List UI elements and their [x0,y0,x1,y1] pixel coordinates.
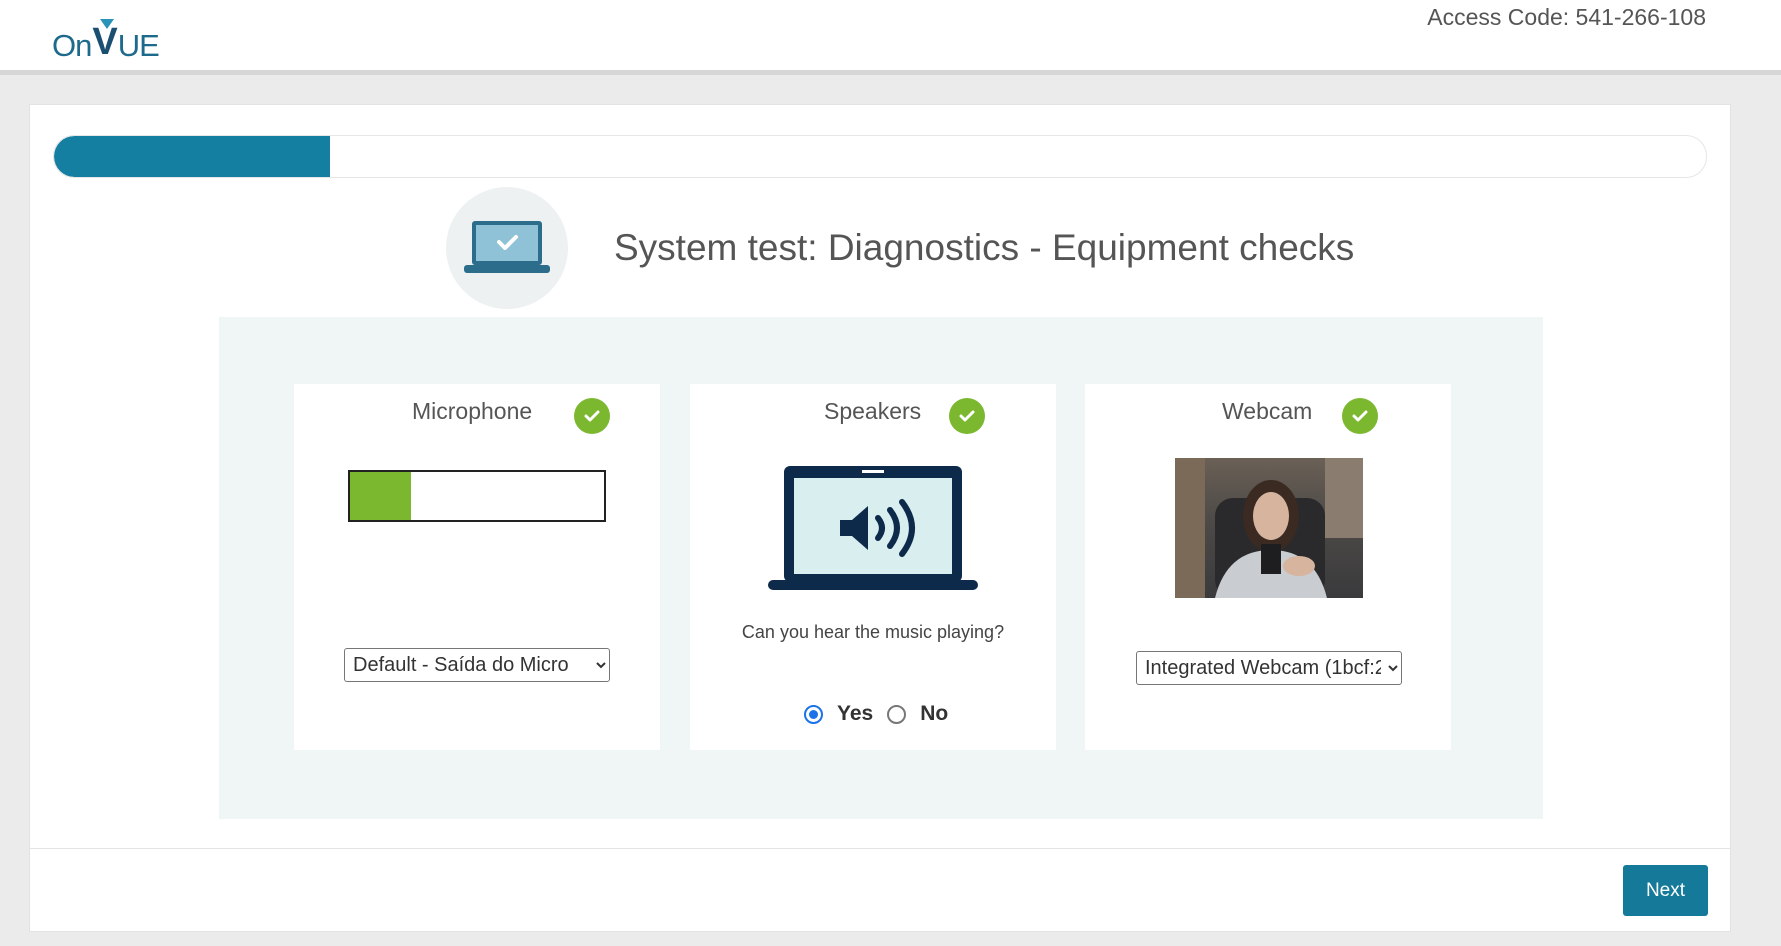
check-icon [949,398,985,434]
speakers-header: Speakers [690,396,1056,436]
laptop-speaker-icon [768,466,978,590]
yes-label[interactable]: Yes [837,702,873,726]
speaker-question: Can you hear the music playing? [741,622,1005,642]
speakers-label: Speakers [824,398,922,424]
equipment-checks: Microphone Default - Saída do Micro Spea… [219,317,1543,819]
yes-radio[interactable] [804,704,823,724]
microphone-header: Microphone [294,396,660,436]
speaker-answer-group: Yes No [804,702,962,726]
microphone-label: Microphone [412,398,533,424]
next-button[interactable]: Next [1623,865,1708,916]
check-icon [1342,398,1378,434]
microphone-level-fill [350,472,411,520]
laptop-check-icon [446,187,568,309]
logo-text-ue: UE [117,28,160,63]
progress-bar [53,135,1707,178]
footer-divider [30,848,1730,849]
onvue-logo: On V UE [52,18,160,64]
microphone-level-meter [348,470,606,522]
webcam-select[interactable]: Integrated Webcam (1bcf:2b8a) [1136,651,1402,685]
speakers-panel: Speakers Can you hear the music playing?… [690,384,1056,750]
progress-fill [54,136,330,177]
webcam-preview [1175,458,1363,598]
logo-text-v: V [92,19,118,63]
webcam-label: Webcam [1222,398,1313,424]
no-label[interactable]: No [920,702,948,726]
logo-text-on: On [52,28,92,63]
main-card: System test: Diagnostics - Equipment che… [29,104,1731,932]
page-title: System test: Diagnostics - Equipment che… [614,227,1355,268]
no-radio[interactable] [887,704,907,724]
microphone-select[interactable]: Default - Saída do Micro [344,648,610,682]
access-code: Access Code: 541-266-108 [1427,4,1706,30]
check-icon [574,398,610,434]
webcam-header: Webcam [1085,396,1451,436]
microphone-panel: Microphone Default - Saída do Micro [294,384,660,750]
page-header: System test: Diagnostics - Equipment che… [446,187,1354,309]
top-bar: On V UE Access Code: 541-266-108 [0,0,1781,75]
webcam-panel: Webcam Integrated Webcam (1bcf:2b8a) [1085,384,1451,750]
